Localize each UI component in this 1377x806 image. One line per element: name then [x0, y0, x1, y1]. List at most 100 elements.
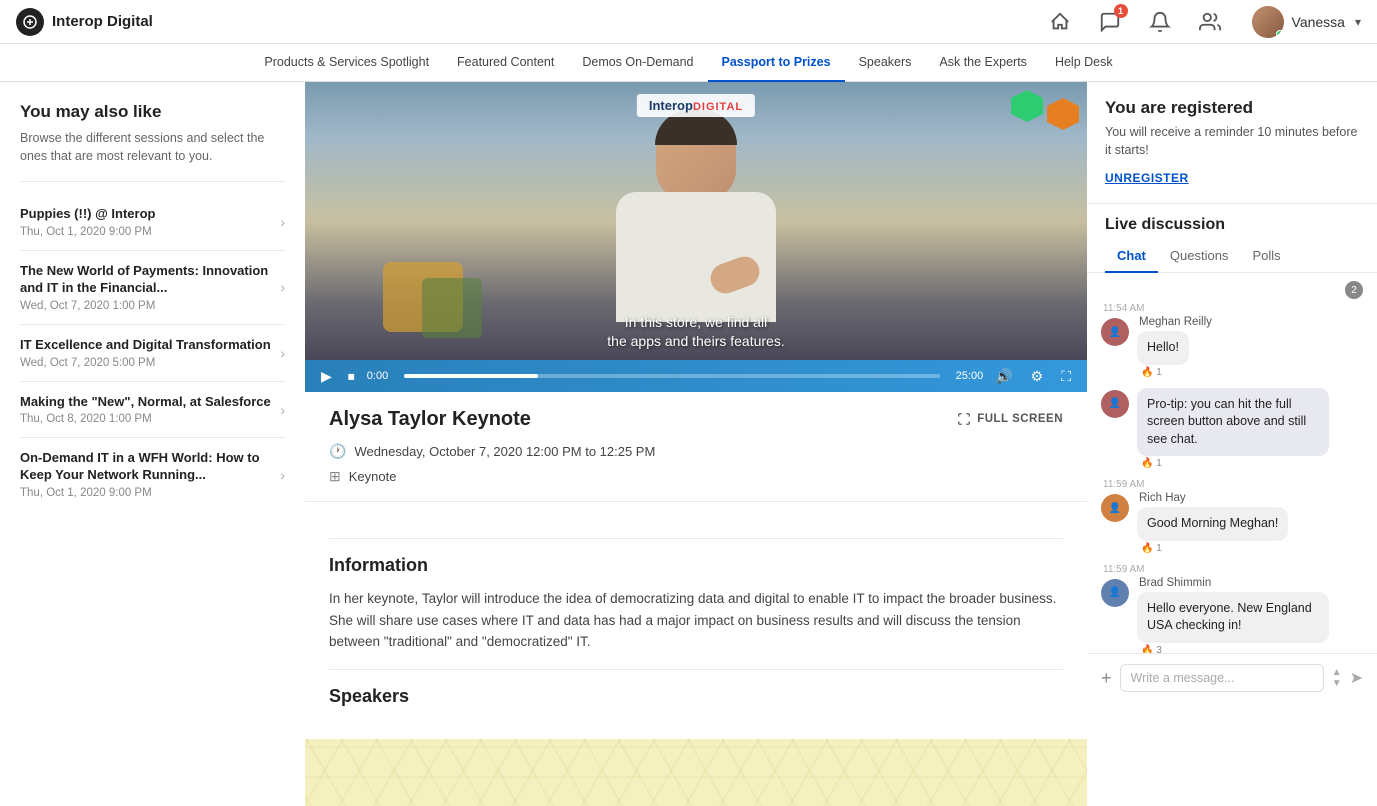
app-name: Interop Digital [52, 13, 153, 30]
chat-avatar-rich: 👤 [1101, 494, 1129, 522]
user-menu[interactable]: Vanessa ▾ [1252, 6, 1361, 38]
session-meta: 🕐 Wednesday, October 7, 2020 12:00 PM to… [329, 443, 1063, 485]
chat-time-1: 11:54 AM [1101, 303, 1363, 314]
chat-bubble-4: Hello everyone. New England USA checking… [1137, 592, 1329, 643]
total-time: 25:00 [956, 370, 984, 382]
logo[interactable]: Interop Digital [16, 8, 153, 36]
stop-button[interactable]: ⏹ [344, 368, 359, 385]
play-pause-button[interactable]: ▶ [317, 368, 336, 385]
volume-button[interactable]: 🔊 [991, 368, 1016, 385]
progress-bar[interactable] [404, 374, 939, 378]
chat-content-1: Meghan Reilly Hello! 🔥 1 [1137, 316, 1363, 378]
subnav-item-featured[interactable]: Featured Content [443, 44, 568, 82]
send-button[interactable]: ➤ [1350, 668, 1363, 688]
fullscreen-label: FULL SCREEN [977, 413, 1063, 425]
session-date-2: Wed, Oct 7, 2020 1:00 PM [20, 300, 272, 312]
session-name-1: Puppies (!!) @ Interop [20, 206, 272, 223]
chat-button[interactable]: 1 [1094, 6, 1126, 38]
subnav-item-demos[interactable]: Demos On-Demand [568, 44, 707, 82]
main-layout: You may also like Browse the different s… [0, 82, 1377, 806]
left-sidebar: You may also like Browse the different s… [0, 82, 305, 806]
chat-time-4: 11:59 AM [1101, 564, 1363, 575]
session-item-3[interactable]: IT Excellence and Digital Transformation… [20, 325, 285, 382]
video-player[interactable]: InteropDIGITAL In this store, we find al… [305, 82, 1087, 392]
session-name-2: The New World of Payments: Innovation an… [20, 263, 272, 297]
chat-stepper[interactable]: ▲ ▼ [1332, 668, 1342, 689]
subnav-item-passport[interactable]: Passport to Prizes [708, 44, 845, 82]
center-content: InteropDIGITAL In this store, we find al… [305, 82, 1087, 806]
session-item-2[interactable]: The New World of Payments: Innovation an… [20, 251, 285, 325]
subnav-item-helpdesk[interactable]: Help Desk [1041, 44, 1127, 82]
registration-title: You are registered [1105, 98, 1359, 118]
chat-author-4: Brad Shimmin [1137, 577, 1363, 589]
subnav-item-products[interactable]: Products & Services Spotlight [250, 44, 443, 82]
chat-with-avatar-3: 👤 Rich Hay Good Morning Meghan! 🔥 1 [1101, 492, 1363, 554]
session-item-1[interactable]: Puppies (!!) @ Interop Thu, Oct 1, 2020 … [20, 194, 285, 251]
session-item-4[interactable]: Making the "New", Normal, at Salesforce … [20, 382, 285, 439]
tab-questions[interactable]: Questions [1158, 242, 1241, 273]
progress-fill [404, 374, 538, 378]
sidebar-description: Browse the different sessions and select… [20, 130, 285, 165]
caption-line1: In this store, we find all [625, 314, 767, 330]
chat-avatar-meghan-2: 👤 [1101, 390, 1129, 418]
settings-button[interactable]: ⚙ [1027, 368, 1048, 385]
chat-bubble-2: Pro-tip: you can hit the full screen but… [1137, 388, 1329, 457]
people-button[interactable] [1194, 6, 1226, 38]
chevron-right-icon-4: › [280, 402, 285, 418]
chat-bubble-1: Hello! [1137, 331, 1189, 365]
video-caption: In this store, we find all the apps and … [607, 313, 784, 352]
date-time-row: 🕐 Wednesday, October 7, 2020 12:00 PM to… [329, 443, 1063, 460]
discussion-tabs: Chat Questions Polls [1087, 242, 1377, 273]
registration-box: You are registered You will receive a re… [1087, 82, 1377, 204]
chevron-right-icon-2: › [280, 279, 285, 295]
live-discussion-title: Live discussion [1087, 204, 1377, 234]
tab-polls[interactable]: Polls [1240, 242, 1292, 273]
sidebar-title: You may also like [20, 102, 285, 122]
logo-icon [16, 8, 44, 36]
session-date-3: Wed, Oct 7, 2020 5:00 PM [20, 357, 272, 369]
session-name-3: IT Excellence and Digital Transformation [20, 337, 272, 354]
right-controls: 🔊 ⚙ ⛶ [991, 368, 1075, 385]
unregister-button[interactable]: UNREGISTER [1105, 171, 1189, 185]
session-type-row: ⊞ Keynote [329, 468, 1063, 485]
chat-with-avatar-4: 👤 Brad Shimmin Hello everyone. New Engla… [1101, 577, 1363, 654]
chat-reaction-2: 🔥 1 [1137, 458, 1363, 469]
chat-content-3: Rich Hay Good Morning Meghan! 🔥 1 [1137, 492, 1363, 554]
chat-message-2: 👤 Pro-tip: you can hit the full screen b… [1101, 388, 1363, 470]
top-navigation: Interop Digital 1 [0, 0, 1377, 44]
fullscreen-button[interactable]: FULL SCREEN [957, 412, 1063, 426]
add-attachment-button[interactable]: + [1101, 668, 1112, 689]
stepper-up-button[interactable]: ▲ [1332, 668, 1342, 678]
chevron-right-icon-5: › [280, 467, 285, 483]
video-logo: InteropDIGITAL [637, 94, 755, 117]
user-name: Vanessa [1292, 14, 1345, 30]
chat-input[interactable] [1120, 664, 1324, 692]
session-type: Keynote [349, 469, 397, 484]
fullscreen-video-button[interactable]: ⛶ [1057, 368, 1075, 385]
chat-time-3: 11:59 AM [1101, 479, 1363, 490]
chat-input-area: + ▲ ▼ ➤ [1087, 653, 1377, 702]
home-button[interactable] [1044, 6, 1076, 38]
notifications-button[interactable] [1144, 6, 1176, 38]
tab-chat[interactable]: Chat [1105, 242, 1158, 273]
chat-bubble-3: Good Morning Meghan! [1137, 507, 1288, 541]
subnav-item-speakers[interactable]: Speakers [845, 44, 926, 82]
chat-message-3: 11:59 AM 👤 Rich Hay Good Morning Meghan!… [1101, 479, 1363, 554]
registration-description: You will receive a reminder 10 minutes b… [1105, 124, 1359, 159]
online-indicator [1276, 30, 1284, 38]
subnav-item-experts[interactable]: Ask the Experts [925, 44, 1041, 82]
chat-messages[interactable]: 2 11:54 AM 👤 Meghan Reilly Hello! 🔥 1 [1087, 273, 1377, 653]
deco-shapes [1011, 90, 1079, 130]
chat-message-1: 11:54 AM 👤 Meghan Reilly Hello! 🔥 1 [1101, 303, 1363, 378]
live-discussion: Live discussion Chat Questions Polls 2 1… [1087, 204, 1377, 806]
session-panel: Alysa Taylor Keynote FULL SCREEN 🕐 Wedne… [305, 392, 1087, 502]
chat-avatar-meghan: 👤 [1101, 318, 1129, 346]
nav-icons: 1 Vanessa ▾ [1044, 6, 1361, 38]
session-item-5[interactable]: On-Demand IT in a WFH World: How to Keep… [20, 438, 285, 511]
session-date-4: Thu, Oct 8, 2020 1:00 PM [20, 413, 272, 425]
stepper-down-button[interactable]: ▼ [1332, 679, 1342, 689]
session-date-5: Thu, Oct 1, 2020 9:00 PM [20, 487, 272, 499]
chevron-right-icon-3: › [280, 345, 285, 361]
session-datetime: Wednesday, October 7, 2020 12:00 PM to 1… [354, 444, 655, 459]
info-section-text: In her keynote, Taylor will introduce th… [329, 588, 1063, 653]
